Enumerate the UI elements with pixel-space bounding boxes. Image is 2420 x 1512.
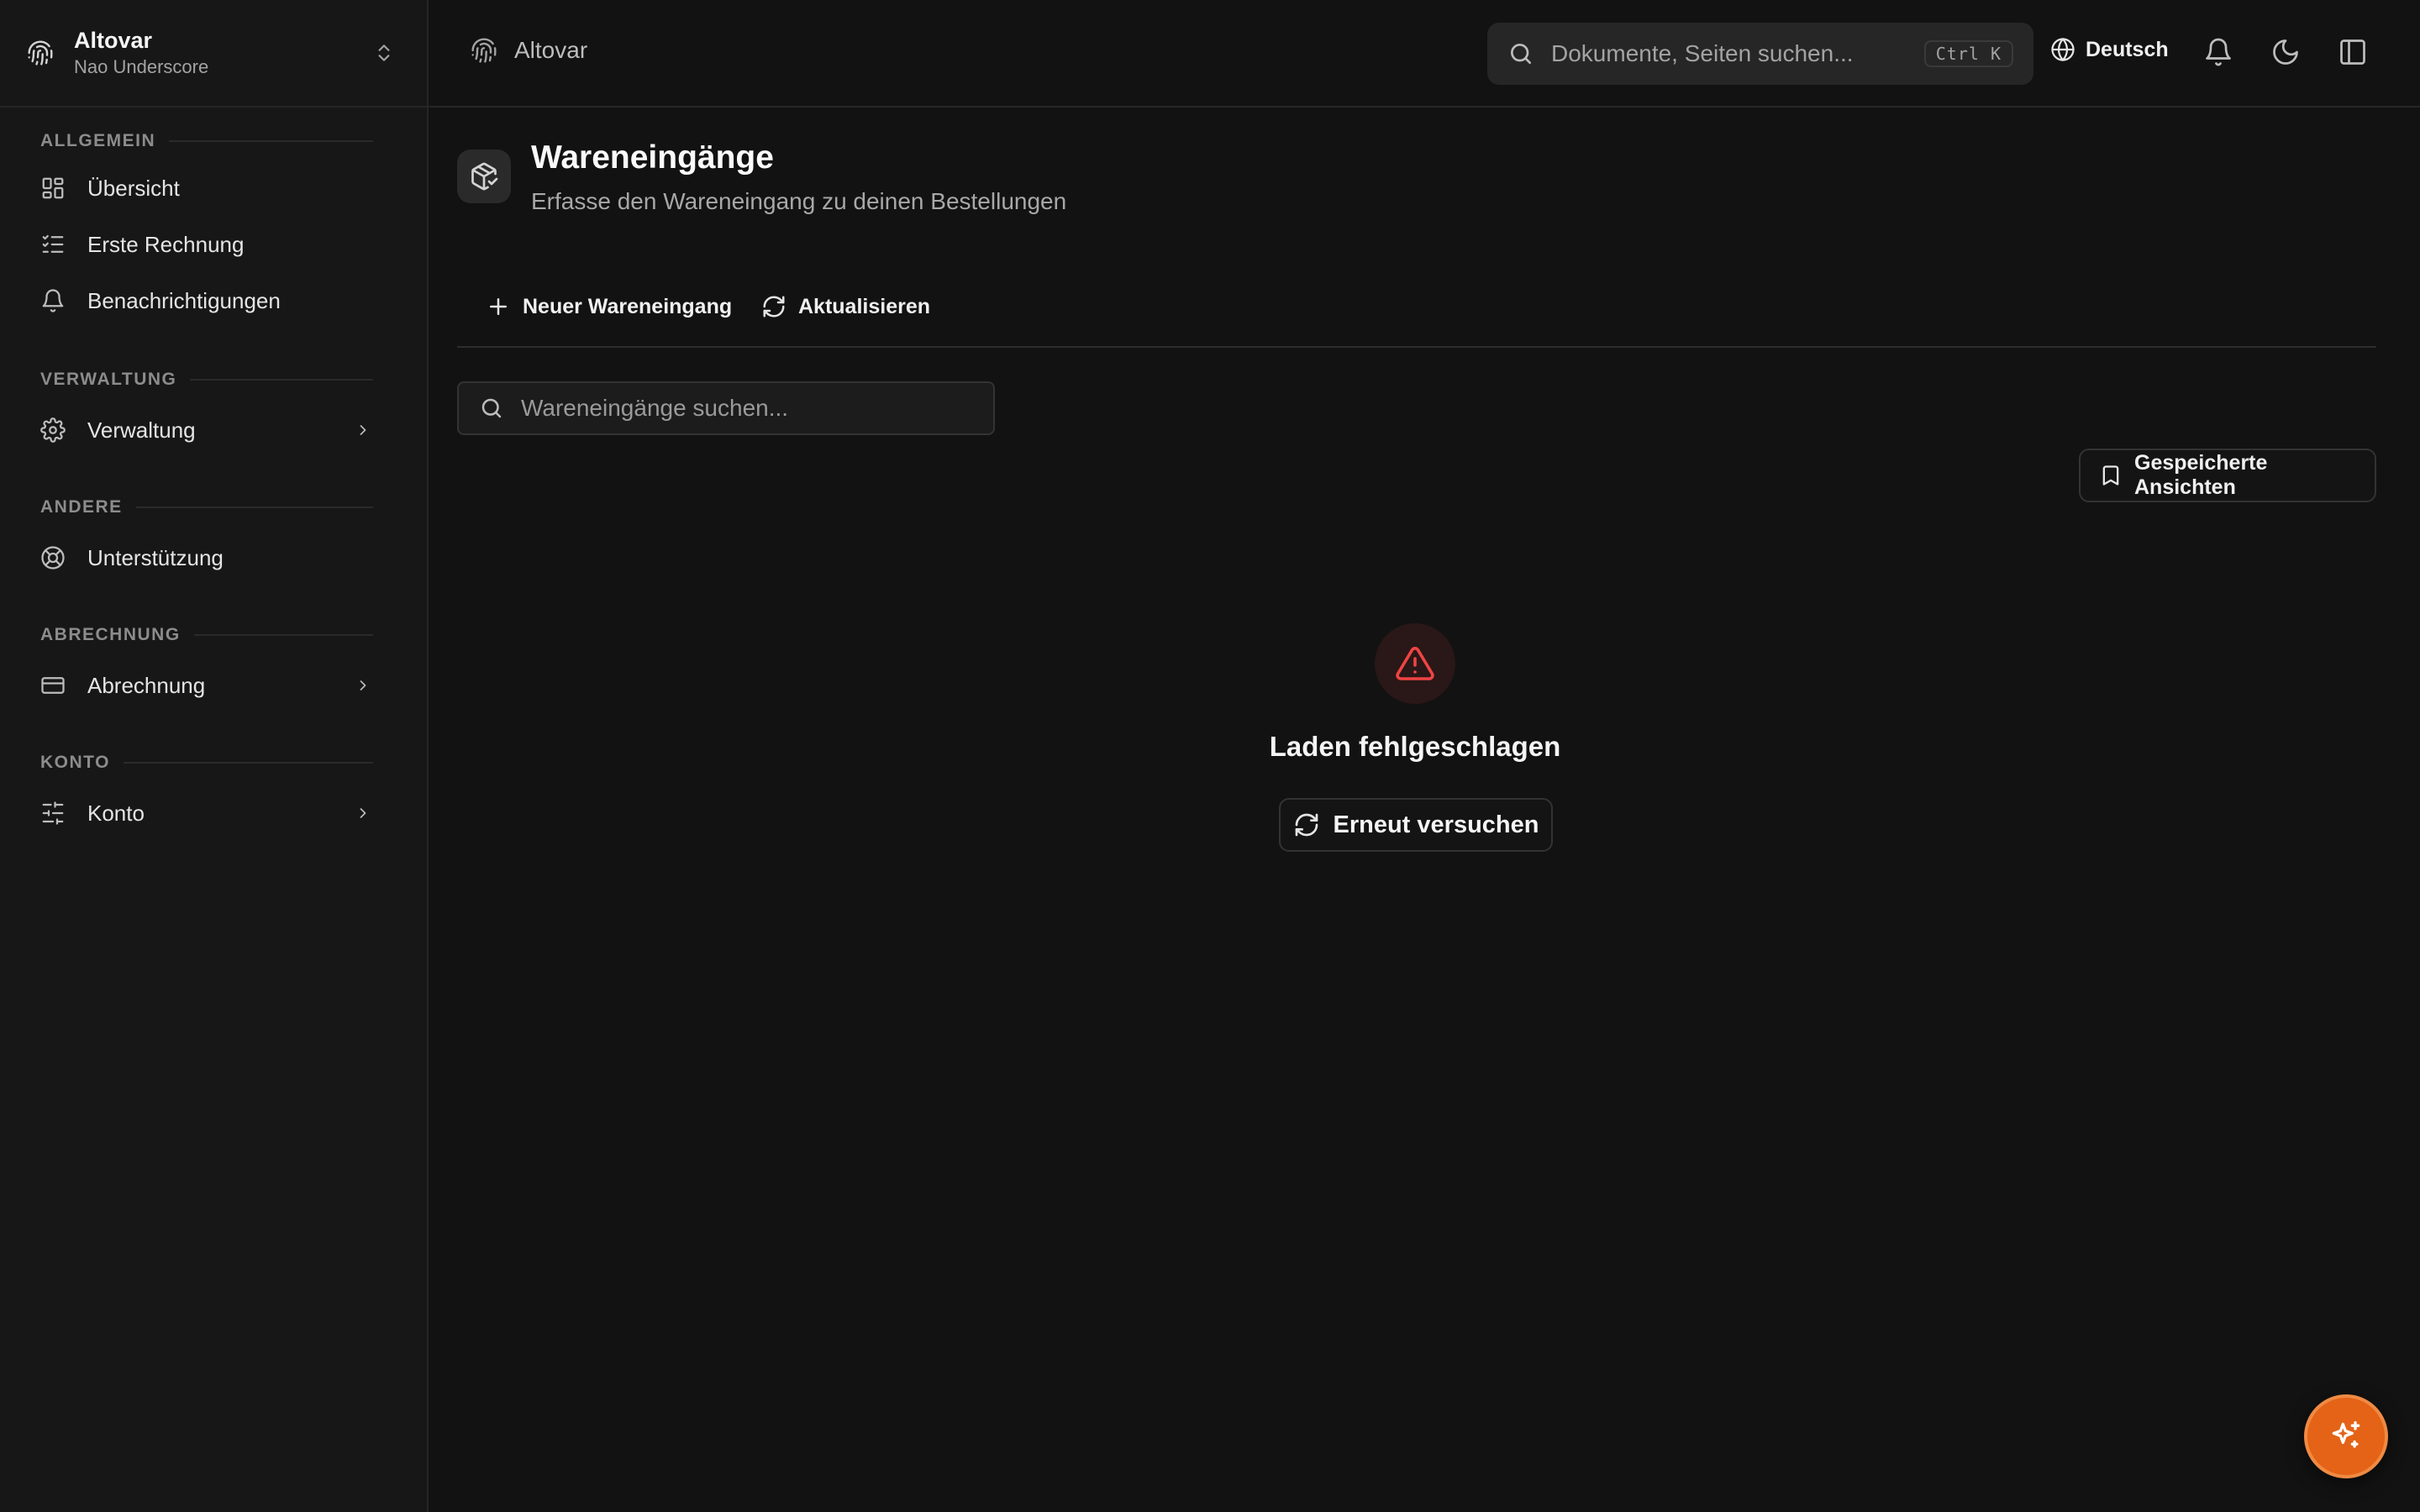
chevron-right-icon xyxy=(355,422,371,438)
search-icon xyxy=(479,396,504,421)
bell-icon xyxy=(40,288,66,313)
new-receipt-label: Neuer Wareneingang xyxy=(523,294,733,318)
chevrons-up-down-icon xyxy=(373,40,395,66)
sidebar-item-label: Übersicht xyxy=(87,175,180,201)
sidebar-item-benachrichtigungen[interactable]: Benachrichtigungen xyxy=(40,276,373,326)
globe-icon xyxy=(2050,37,2075,62)
plus-icon xyxy=(486,294,511,319)
retry-button[interactable]: Erneut versuchen xyxy=(1279,798,1553,852)
checklist-icon xyxy=(40,232,66,257)
main-content: Wareneingänge Erfasse den Wareneingang z… xyxy=(429,108,2420,1512)
org-name: Altovar xyxy=(74,28,153,53)
moon-icon[interactable] xyxy=(2270,37,2301,67)
sidebar-item-label: Verwaltung xyxy=(87,417,196,443)
sidebar-item-label: Unterstützung xyxy=(87,544,224,570)
sidebar-item-erste-rechnung[interactable]: Erste Rechnung xyxy=(40,219,373,270)
sidebar-section-allgemein: ALLGEMEIN Übersicht Erste Rechnung Benac… xyxy=(40,129,373,326)
refresh-button[interactable]: Aktualisieren xyxy=(761,294,930,319)
search-placeholder: Dokumente, Seiten suchen... xyxy=(1551,40,1854,66)
saved-views-button[interactable]: Gespeicherte Ansichten xyxy=(2079,449,2376,502)
new-receipt-button[interactable]: Neuer Wareneingang xyxy=(486,294,732,319)
sidebar-item-label: Benachrichtigungen xyxy=(87,287,281,313)
refresh-icon xyxy=(1293,811,1320,838)
shortcut-badge: Ctrl K xyxy=(1923,40,2013,67)
org-switcher[interactable]: Altovar Nao Underscore xyxy=(0,0,427,108)
chevron-right-icon xyxy=(355,805,371,822)
gear-icon xyxy=(40,417,66,443)
panel-left-icon[interactable] xyxy=(2338,37,2368,67)
sidebar-item-verwaltung[interactable]: Verwaltung xyxy=(40,405,373,455)
sidebar-section-verwaltung: VERWALTUNG Verwaltung xyxy=(40,368,373,455)
lifebuoy-icon xyxy=(40,545,66,570)
search-icon xyxy=(1507,40,1534,67)
sidebar-item-konto[interactable]: Konto xyxy=(40,788,373,838)
bookmark-icon xyxy=(2099,464,2123,487)
section-title: ABRECHNUNG xyxy=(40,625,181,644)
sidebar: Altovar Nao Underscore ALLGEMEIN Übersic… xyxy=(0,0,429,1512)
ai-assistant-button[interactable] xyxy=(2304,1394,2388,1478)
retry-label: Erneut versuchen xyxy=(1333,811,1539,838)
sliders-icon xyxy=(40,801,66,826)
sidebar-item-label: Abrechnung xyxy=(87,672,206,698)
app: Altovar Nao Underscore ALLGEMEIN Übersic… xyxy=(0,0,2420,1512)
sidebar-section-andere: ANDERE Unterstützung xyxy=(40,496,373,583)
fingerprint-icon xyxy=(27,39,54,66)
page-subtitle: Erfasse den Wareneingang zu deinen Beste… xyxy=(531,188,1067,214)
sparkles-icon xyxy=(2332,1420,2360,1448)
sidebar-section-abrechnung: ABRECHNUNG Abrechnung xyxy=(40,623,373,711)
section-title: ANDERE xyxy=(40,497,123,517)
sidebar-item-label: Erste Rechnung xyxy=(87,231,245,257)
credit-card-icon xyxy=(40,673,66,698)
fingerprint-icon xyxy=(471,37,497,64)
dashboard-icon xyxy=(40,176,66,201)
breadcrumb-label: Altovar xyxy=(514,37,588,63)
saved-views-label: Gespeicherte Ansichten xyxy=(2134,451,2268,499)
notifications-bell-icon[interactable] xyxy=(2203,37,2233,67)
action-toolbar: Neuer Wareneingang Aktualisieren xyxy=(457,282,2376,348)
alert-triangle-icon xyxy=(1375,623,1455,704)
section-title: KONTO xyxy=(40,753,110,772)
topbar: Altovar Dokumente, Seiten suchen... Ctrl… xyxy=(429,0,2420,108)
org-user: Nao Underscore xyxy=(74,56,209,77)
language-switcher[interactable]: Deutsch xyxy=(2050,37,2169,62)
page-title: Wareneingänge xyxy=(531,139,774,176)
refresh-label: Aktualisieren xyxy=(798,294,931,318)
package-check-icon xyxy=(457,150,511,203)
sidebar-item-abrechnung[interactable]: Abrechnung xyxy=(40,660,373,711)
receipts-search-input[interactable]: Wareneingänge suchen... xyxy=(457,381,995,435)
error-message: Laden fehlgeschlagen xyxy=(1269,731,1561,762)
sidebar-section-konto: KONTO Konto xyxy=(40,751,373,838)
chevron-right-icon xyxy=(355,677,371,694)
section-title: ALLGEMEIN xyxy=(40,131,156,150)
section-title: VERWALTUNG xyxy=(40,370,177,389)
global-search[interactable]: Dokumente, Seiten suchen... Ctrl K xyxy=(1487,23,2033,85)
refresh-icon xyxy=(761,294,786,319)
sidebar-item-unterstutzung[interactable]: Unterstützung xyxy=(40,533,373,583)
sidebar-item-ubersicht[interactable]: Übersicht xyxy=(40,163,373,213)
sidebar-item-label: Konto xyxy=(87,800,145,826)
breadcrumb[interactable]: Altovar xyxy=(471,37,587,64)
search-placeholder: Wareneingänge suchen... xyxy=(521,395,789,421)
language-label: Deutsch xyxy=(2086,37,2169,61)
